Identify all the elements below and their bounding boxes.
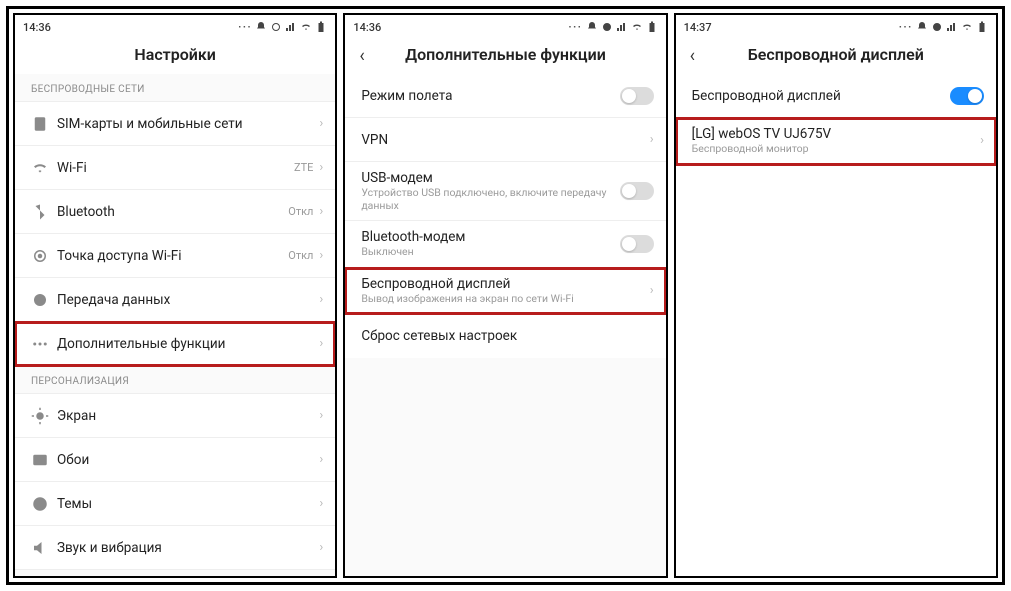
bt-value: Откл xyxy=(288,205,313,218)
alarm-icon xyxy=(931,21,943,33)
chevron-right-icon: › xyxy=(319,496,323,511)
chevron-right-icon: › xyxy=(319,204,323,219)
bell-off-icon xyxy=(586,21,598,33)
image-icon xyxy=(31,451,57,469)
phone-screen-cast: 14:37 ⋯ ‹ Беспроводной дисплей Беспровод… xyxy=(674,13,998,578)
item-display[interactable]: Экран › xyxy=(15,394,335,438)
item-bluetooth[interactable]: Bluetooth Откл › xyxy=(15,190,335,234)
section-header-personal: ПЕРСОНАЛИЗАЦИЯ xyxy=(15,366,335,394)
clock: 14:36 xyxy=(23,21,51,34)
status-bar: 14:37 ⋯ xyxy=(676,15,996,37)
item-sound[interactable]: Звук и вибрация › xyxy=(15,526,335,570)
clock: 14:36 xyxy=(353,21,381,34)
status-icons: ⋯ xyxy=(568,19,658,35)
wifi-icon xyxy=(631,21,643,33)
chevron-right-icon: › xyxy=(980,133,984,148)
title-bar: ‹ Беспроводной дисплей xyxy=(676,37,996,74)
item-wallpaper[interactable]: Обои › xyxy=(15,438,335,482)
display-icon xyxy=(31,407,57,425)
bluetooth-icon xyxy=(31,203,57,221)
toggle-bt-tether[interactable] xyxy=(620,235,654,253)
chevron-right-icon: › xyxy=(319,452,323,467)
item-more-settings[interactable]: Дополнительные функции › xyxy=(15,322,335,366)
item-usb-tether[interactable]: USB-модем Устройство USB подключено, вкл… xyxy=(345,162,665,221)
chevron-right-icon: › xyxy=(319,160,323,175)
chevron-right-icon: › xyxy=(650,132,654,147)
title-bar: ‹ Дополнительные функции xyxy=(345,37,665,74)
hotspot-icon xyxy=(31,247,57,265)
chevron-right-icon: › xyxy=(319,248,323,263)
palette-icon xyxy=(31,495,57,513)
section-header-system: СИСТЕМА И УСТРОЙСТВО xyxy=(15,570,335,578)
status-icons: ⋯ xyxy=(237,19,327,35)
wifi-value: ZTE xyxy=(294,161,313,174)
battery-icon xyxy=(976,21,988,33)
toggle-usb-tether[interactable] xyxy=(620,182,654,200)
chevron-right-icon: › xyxy=(319,336,323,351)
item-sim[interactable]: SIM-карты и мобильные сети › xyxy=(15,102,335,146)
sound-icon xyxy=(31,539,57,557)
hotspot-value: Откл xyxy=(288,249,313,262)
section-header-wireless: БЕСПРОВОДНЫЕ СЕТИ xyxy=(15,74,335,102)
signal-icon xyxy=(946,21,958,33)
title-bar: Настройки xyxy=(15,37,335,74)
bell-off-icon xyxy=(916,21,928,33)
signal-icon xyxy=(616,21,628,33)
item-wireless-display[interactable]: Беспроводной дисплей Вывод изображения н… xyxy=(345,268,665,315)
sim-icon xyxy=(31,115,57,133)
page-title: Дополнительные функции xyxy=(405,45,606,64)
chevron-right-icon: › xyxy=(650,283,654,298)
item-reset-network[interactable]: Сброс сетевых настроек xyxy=(345,314,665,358)
more-icon: ⋯ xyxy=(898,19,911,35)
chevron-right-icon: › xyxy=(319,292,323,307)
back-button[interactable]: ‹ xyxy=(359,45,364,66)
wifi-icon xyxy=(961,21,973,33)
chevron-right-icon: › xyxy=(319,540,323,555)
empty-area xyxy=(345,358,665,576)
more-icon: ⋯ xyxy=(568,19,581,35)
signal-icon xyxy=(285,21,297,33)
wifi-icon xyxy=(300,21,312,33)
toggle-airplane[interactable] xyxy=(620,87,654,105)
item-cast-device[interactable]: [LG] webOS TV UJ675V Беспроводной монито… xyxy=(676,118,996,165)
alarm-icon xyxy=(270,21,282,33)
phone-screen-more: 14:36 ⋯ ‹ Дополнительные функции Режим п… xyxy=(343,13,667,578)
data-icon xyxy=(31,291,57,309)
item-airplane[interactable]: Режим полета xyxy=(345,74,665,118)
battery-icon xyxy=(315,21,327,33)
status-icons: ⋯ xyxy=(898,19,988,35)
chevron-right-icon: › xyxy=(319,116,323,131)
page-title: Беспроводной дисплей xyxy=(748,45,924,64)
item-hotspot[interactable]: Точка доступа Wi-Fi Откл › xyxy=(15,234,335,278)
more-icon: ⋯ xyxy=(237,19,250,35)
item-wifi[interactable]: Wi-Fi ZTE › xyxy=(15,146,335,190)
toggle-wireless-display[interactable] xyxy=(950,87,984,105)
clock: 14:37 xyxy=(684,21,712,34)
status-bar: 14:36 ⋯ xyxy=(345,15,665,37)
item-data-usage[interactable]: Передача данных › xyxy=(15,278,335,322)
battery-icon xyxy=(646,21,658,33)
item-bt-tether[interactable]: Bluetooth-модем Выключен xyxy=(345,221,665,268)
page-title: Настройки xyxy=(134,45,216,64)
status-bar: 14:36 ⋯ xyxy=(15,15,335,37)
phone-screen-settings: 14:36 ⋯ Настройки БЕСПРОВОДНЫЕ СЕТИ SIM-… xyxy=(13,13,337,578)
item-cast-toggle[interactable]: Беспроводной дисплей xyxy=(676,74,996,118)
bell-off-icon xyxy=(255,21,267,33)
item-vpn[interactable]: VPN › xyxy=(345,118,665,162)
back-button[interactable]: ‹ xyxy=(690,45,695,66)
empty-area xyxy=(676,165,996,576)
chevron-right-icon: › xyxy=(319,408,323,423)
item-themes[interactable]: Темы › xyxy=(15,482,335,526)
alarm-icon xyxy=(601,21,613,33)
wifi-icon xyxy=(31,159,57,177)
more-horiz-icon xyxy=(31,335,57,353)
